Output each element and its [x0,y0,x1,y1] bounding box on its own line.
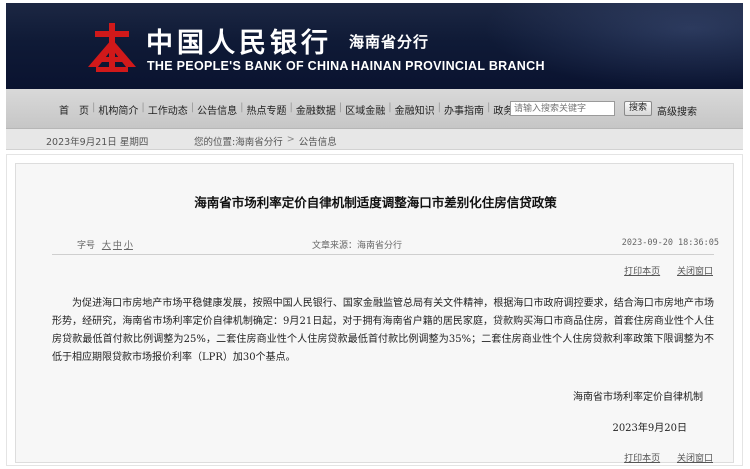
search-input[interactable] [510,101,615,116]
breadcrumb-branch[interactable]: 海南省分行 [235,134,283,148]
current-date: 2023年9月21日 星期四 [46,137,149,148]
info-bar: 2023年9月21日 星期四 您的位置: 海南省分行 > 公告信息 [6,129,743,150]
bank-name-cn: 中国人民银行 [146,28,332,59]
article: 海南省市场利率定价自律机制适度调整海口市差别化住房信贷政策 字号 大中小 文章来… [15,163,734,464]
nav-items: 首 页 | 机构简介 | 工作动态 | 公告信息 | 热点专题 | 金融数据 | 区域金融 |… [57,102,535,117]
search-button[interactable]: 搜索 [624,101,652,116]
close-window-link[interactable]: 关闭窗口 [677,267,713,277]
page: 中国人民银行 海南省分行 THE PEOPLE'S BANK OF CHINA … [0,0,750,469]
article-actions-bottom: 打印本页 关闭窗口 [610,451,713,464]
breadcrumb-arrow-icon: > [286,134,295,145]
font-size-small[interactable]: 小 [124,241,133,251]
article-actions-top: 打印本页 关闭窗口 [610,264,713,277]
nav-item-home[interactable]: 首 页 [57,102,91,117]
nav-item-work-news[interactable]: 工作动态 [146,102,190,117]
print-page-link[interactable]: 打印本页 [624,454,660,464]
branch-name-cn: 海南省分行 [349,33,430,51]
nav-item-about[interactable]: 机构简介 [96,102,140,117]
nav-item-announcements[interactable]: 公告信息 [195,102,239,117]
header-banner: 中国人民银行 海南省分行 THE PEOPLE'S BANK OF CHINA … [6,3,743,89]
pboc-logo-icon [88,23,136,72]
nav-item-financial-data[interactable]: 金融数据 [294,102,338,117]
article-body: 为促进海口市房地产市场平稳健康发展，按照中国人民银行、国家金融监管总局有关文件精… [52,298,714,363]
article-timestamp: 2023-09-20 18:36:05 [621,238,719,248]
breadcrumb-announcements[interactable]: 公告信息 [299,134,337,148]
article-title: 海南省市场利率定价自律机制适度调整海口市差别化住房信贷政策 [194,195,557,210]
location-label: 您的位置: [194,137,236,148]
nav-item-service-guide[interactable]: 办事指南 [442,102,486,117]
font-size-selector: 字号 大中小 [77,238,133,251]
nav-item-financial-knowledge[interactable]: 金融知识 [393,102,437,117]
article-sign-date: 2023年9月20日 [612,423,687,434]
font-size-large[interactable]: 大 [102,241,111,251]
nav-item-regional-finance[interactable]: 区域金融 [343,102,387,117]
content-area: 海南省市场利率定价自律机制适度调整海口市差别化住房信贷政策 字号 大中小 文章来… [6,154,743,466]
close-window-link[interactable]: 关闭窗口 [677,454,713,464]
article-meta: 字号 大中小 文章来源：海南省分行 2023-09-20 18:36:05 [52,238,719,252]
banner-glow [483,3,743,89]
print-page-link[interactable]: 打印本页 [624,267,660,277]
branch-name-en: HAINAN PROVINCIAL BRANCH [351,59,545,73]
nav-item-hot-topics[interactable]: 热点专题 [245,102,289,117]
advanced-search-link[interactable]: 高级搜索 [657,103,697,118]
font-size-medium[interactable]: 中 [113,241,122,251]
article-signature: 海南省市场利率定价自律机制 [573,392,703,403]
breadcrumb: 您的位置: 海南省分行 > 公告信息 [194,134,337,148]
article-source: 文章来源：海南省分行 [312,241,403,251]
font-size-label: 字号 [77,241,96,251]
meta-divider [52,254,714,255]
bank-name-en: THE PEOPLE'S BANK OF CHINA [147,59,349,73]
